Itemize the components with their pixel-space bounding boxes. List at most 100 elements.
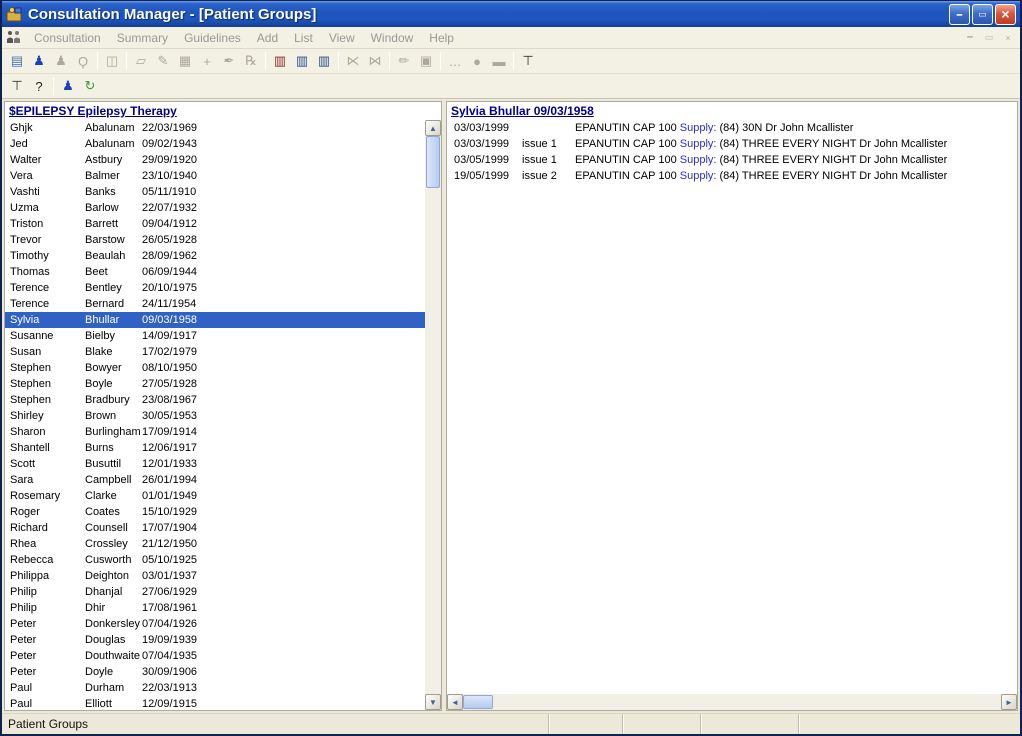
patient-row[interactable]: SylviaBhullar09/03/1958 bbox=[5, 312, 425, 328]
menu-window[interactable]: Window bbox=[363, 29, 422, 47]
patient-row[interactable]: PhilipDhanjal27/06/1929 bbox=[5, 584, 425, 600]
patient-row[interactable]: VeraBalmer23/10/1940 bbox=[5, 168, 425, 184]
menu-summary[interactable]: Summary bbox=[109, 29, 176, 47]
record-drug: EPANUTIN CAP 100 bbox=[575, 170, 680, 182]
patient-row[interactable]: TimothyBeaulah28/09/1962 bbox=[5, 248, 425, 264]
scroll-down-button[interactable]: ▼ bbox=[425, 694, 441, 710]
patient-row[interactable]: JedAbalunam09/02/1943 bbox=[5, 136, 425, 152]
patient-row[interactable]: RichardCounsell17/07/1904 bbox=[5, 520, 425, 536]
patient-row[interactable]: TrevorBarstow26/05/1928 bbox=[5, 232, 425, 248]
add-entry-icon[interactable]: + bbox=[196, 51, 218, 71]
help-icon[interactable]: ? bbox=[28, 76, 50, 96]
menu-list[interactable]: List bbox=[286, 29, 321, 47]
medication-row[interactable]: 19/05/1999issue 2EPANUTIN CAP 100 Supply… bbox=[447, 168, 1017, 184]
select-patient-icon[interactable]: ♟ bbox=[28, 51, 50, 71]
medication-row[interactable]: 03/03/1999EPANUTIN CAP 100 Supply: (84) … bbox=[447, 120, 1017, 136]
patient-row[interactable]: RebeccaCusworth05/10/1925 bbox=[5, 552, 425, 568]
horizontal-scrollbar[interactable]: ◄ ► bbox=[447, 694, 1017, 710]
medication-row[interactable]: 03/03/1999issue 1EPANUTIN CAP 100 Supply… bbox=[447, 136, 1017, 152]
open-form-icon[interactable]: ▤ bbox=[6, 51, 28, 71]
refresh-icon[interactable]: ↻ bbox=[79, 76, 101, 96]
mdi-close-button[interactable]: × bbox=[1000, 31, 1016, 45]
patient-row[interactable]: PaulDurham22/03/1913 bbox=[5, 680, 425, 696]
menu-guidelines[interactable]: Guidelines bbox=[176, 29, 249, 47]
menu-add[interactable]: Add bbox=[249, 29, 286, 47]
patient-row[interactable]: PeterDouthwaite07/04/1935 bbox=[5, 648, 425, 664]
patient-row[interactable]: StephenBradbury23/08/1967 bbox=[5, 392, 425, 408]
patient-first-name: Peter bbox=[5, 650, 85, 662]
link-icon[interactable]: ⋉ bbox=[342, 51, 364, 71]
patient-row[interactable]: SusanBlake17/02/1979 bbox=[5, 344, 425, 360]
find-patient-icon[interactable]: Ϙ bbox=[72, 51, 94, 71]
record-issue: issue 2 bbox=[522, 170, 575, 182]
patient-row[interactable]: SusanneBielby14/09/1917 bbox=[5, 328, 425, 344]
stamp-icon[interactable]: ▦ bbox=[174, 51, 196, 71]
list-view-icon[interactable]: ⊤ bbox=[6, 76, 28, 96]
deselect-patient-icon[interactable]: ♟ bbox=[50, 51, 72, 71]
edit-notes-icon[interactable]: ✎ bbox=[152, 51, 174, 71]
menu-consultation[interactable]: Consultation bbox=[26, 29, 109, 47]
patient-row[interactable]: PhilippaDeighton03/01/1937 bbox=[5, 568, 425, 584]
patient-row[interactable]: RosemaryClarke01/01/1949 bbox=[5, 488, 425, 504]
horizontal-scroll-track[interactable] bbox=[463, 694, 1001, 710]
status-panel bbox=[548, 714, 622, 734]
select-patient-2-icon[interactable]: ♟ bbox=[57, 76, 79, 96]
patient-row[interactable]: RogerCoates15/10/1929 bbox=[5, 504, 425, 520]
document-icon[interactable]: ▣ bbox=[415, 51, 437, 71]
record-icon[interactable]: ● bbox=[466, 51, 488, 71]
red-book-icon[interactable]: ▥ bbox=[269, 51, 291, 71]
toolbar-separator bbox=[53, 77, 54, 95]
patient-row[interactable]: PeterDouglas19/09/1939 bbox=[5, 632, 425, 648]
patient-dob: 05/10/1925 bbox=[142, 554, 425, 566]
patient-row[interactable]: StephenBoyle27/05/1928 bbox=[5, 376, 425, 392]
patient-row[interactable]: VashtiBanks05/11/1910 bbox=[5, 184, 425, 200]
patient-row[interactable]: PeterDoyle30/09/1906 bbox=[5, 664, 425, 680]
blue-book-2-icon[interactable]: ▥ bbox=[313, 51, 335, 71]
patient-row[interactable]: StephenBowyer08/10/1950 bbox=[5, 360, 425, 376]
scroll-right-button[interactable]: ► bbox=[1001, 694, 1017, 710]
patient-row[interactable]: TerenceBernard24/11/1954 bbox=[5, 296, 425, 312]
patient-row[interactable]: PeterDonkersley07/04/1926 bbox=[5, 616, 425, 632]
toolbar-separator bbox=[265, 52, 266, 70]
patient-row[interactable]: RheaCrossley21/12/1950 bbox=[5, 536, 425, 552]
menu-help[interactable]: Help bbox=[421, 29, 462, 47]
patient-row[interactable]: ScottBusuttil12/01/1933 bbox=[5, 456, 425, 472]
patient-row[interactable]: ShantellBurns12/06/1917 bbox=[5, 440, 425, 456]
patient-row[interactable]: SaraCampbell26/01/1994 bbox=[5, 472, 425, 488]
pencil-icon[interactable]: ✏ bbox=[393, 51, 415, 71]
table-icon[interactable]: ⊤ bbox=[517, 51, 539, 71]
title-bar[interactable]: Consultation Manager - [Patient Groups] … bbox=[2, 1, 1020, 27]
record-date: 19/05/1999 bbox=[447, 170, 522, 182]
patient-row[interactable]: GhjkAbalunam22/03/1969 bbox=[5, 120, 425, 136]
medication-row[interactable]: 03/05/1999issue 1EPANUTIN CAP 100 Supply… bbox=[447, 152, 1017, 168]
patient-row[interactable]: UzmaBarlow22/07/1932 bbox=[5, 200, 425, 216]
vertical-scroll-track[interactable] bbox=[425, 136, 441, 694]
patient-row[interactable]: WalterAstbury29/09/1920 bbox=[5, 152, 425, 168]
mdi-minimize-button[interactable]: ━ bbox=[962, 31, 978, 45]
ellipsis-icon[interactable]: … bbox=[444, 51, 466, 71]
sign-icon[interactable]: ✒ bbox=[218, 51, 240, 71]
close-button[interactable]: × bbox=[995, 4, 1016, 25]
mdi-restore-button[interactable]: ▭ bbox=[981, 31, 997, 45]
vertical-scroll-thumb[interactable] bbox=[426, 136, 440, 188]
blue-book-icon[interactable]: ▥ bbox=[291, 51, 313, 71]
patient-row[interactable]: ThomasBeet06/09/1944 bbox=[5, 264, 425, 280]
erase-icon[interactable]: ▱ bbox=[130, 51, 152, 71]
vertical-scrollbar[interactable]: ▲ ▼ bbox=[425, 120, 441, 710]
appointments-icon[interactable]: ◫ bbox=[101, 51, 123, 71]
menu-view[interactable]: View bbox=[321, 29, 363, 47]
patient-row[interactable]: TerenceBentley20/10/1975 bbox=[5, 280, 425, 296]
patient-row[interactable]: TristonBarrett09/04/1912 bbox=[5, 216, 425, 232]
prescription-icon[interactable]: ℞ bbox=[240, 51, 262, 71]
scroll-left-button[interactable]: ◄ bbox=[447, 694, 463, 710]
patient-row[interactable]: PhilipDhir17/08/1961 bbox=[5, 600, 425, 616]
patient-row[interactable]: SharonBurlingham17/09/1914 bbox=[5, 424, 425, 440]
restore-button[interactable]: ▭ bbox=[972, 4, 993, 25]
minimize-button[interactable]: ━ bbox=[949, 4, 970, 25]
patient-row[interactable]: ShirleyBrown30/05/1953 bbox=[5, 408, 425, 424]
cable-icon[interactable]: ▬ bbox=[488, 51, 510, 71]
scroll-up-button[interactable]: ▲ bbox=[425, 120, 441, 136]
merge-icon[interactable]: ⋈ bbox=[364, 51, 386, 71]
horizontal-scroll-thumb[interactable] bbox=[463, 695, 493, 709]
patient-row[interactable]: PaulElliott12/09/1915 bbox=[5, 696, 425, 710]
